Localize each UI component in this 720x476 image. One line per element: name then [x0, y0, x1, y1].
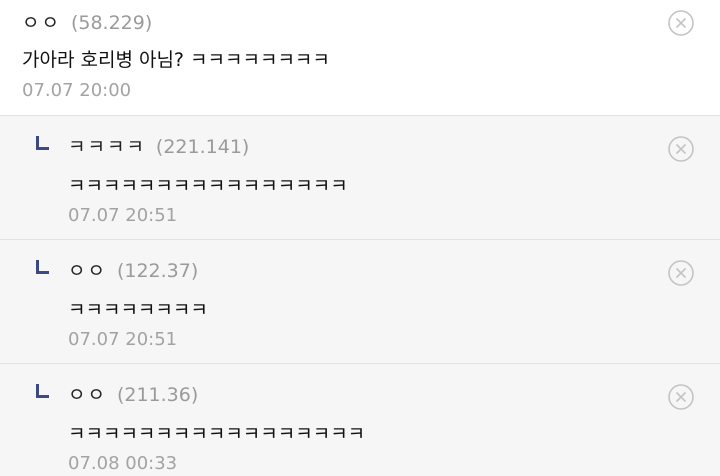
delete-comment-button[interactable] [668, 260, 694, 286]
comment-ip: (122.37) [116, 260, 199, 282]
comment-text: ㅋㅋㅋㅋㅋㅋㅋㅋ [68, 299, 208, 321]
reply-comment: ㅇㅇ (211.36) ㅋㅋㅋㅋㅋㅋㅋㅋㅋㅋㅋㅋㅋㅋㅋㅋㅋ 07.08 00:3… [0, 363, 720, 476]
comment-text: ㅋㅋㅋㅋㅋㅋㅋㅋㅋㅋㅋㅋㅋㅋㅋㅋㅋ [68, 423, 366, 445]
comment-date: 07.08 00:33 [68, 453, 178, 474]
delete-comment-button[interactable] [668, 136, 694, 162]
reply-comment: ㅋㅋㅋㅋ (221.141) ㅋㅋㅋㅋㅋㅋㅋㅋㅋㅋㅋㅋㅋㅋㅋㅋ 07.07 20… [0, 115, 720, 239]
comment-date: 07.07 20:51 [68, 329, 178, 350]
comment-thread: ㅇㅇ (58.229) 가아라 호리병 아님? ㅋㅋㅋㅋㅋㅋㅋㅋ 07.07 2… [0, 0, 720, 476]
comment-ip: (221.141) [155, 136, 250, 158]
comment-ip: (211.36) [116, 384, 199, 406]
delete-comment-button[interactable] [668, 384, 694, 410]
close-circle-icon [668, 10, 694, 36]
comment-date: 07.07 20:00 [22, 80, 132, 101]
comment-header: ㅇㅇ (211.36) [68, 380, 198, 407]
comment: ㅇㅇ (58.229) 가아라 호리병 아님? ㅋㅋㅋㅋㅋㅋㅋㅋ 07.07 2… [0, 0, 720, 115]
reply-arrow-icon [36, 384, 49, 398]
comment-text: ㅋㅋㅋㅋㅋㅋㅋㅋㅋㅋㅋㅋㅋㅋㅋㅋ [68, 175, 348, 197]
comment-header: ㅋㅋㅋㅋ (221.141) [68, 132, 249, 159]
close-circle-icon [668, 260, 694, 286]
reply-comment: ㅇㅇ (122.37) ㅋㅋㅋㅋㅋㅋㅋㅋ 07.07 20:51 [0, 239, 720, 363]
comment-date: 07.07 20:51 [68, 205, 178, 226]
close-circle-icon [668, 384, 694, 410]
comment-header: ㅇㅇ (122.37) [68, 256, 198, 283]
reply-arrow-icon [36, 136, 49, 150]
comment-author[interactable]: ㅋㅋㅋㅋ [68, 132, 146, 159]
comment-header: ㅇㅇ (58.229) [22, 8, 152, 35]
comment-author[interactable]: ㅇㅇ [68, 380, 107, 407]
comment-text: 가아라 호리병 아님? ㅋㅋㅋㅋㅋㅋㅋㅋ [22, 49, 330, 71]
close-circle-icon [668, 136, 694, 162]
comment-author[interactable]: ㅇㅇ [22, 8, 61, 35]
comment-author[interactable]: ㅇㅇ [68, 256, 107, 283]
delete-comment-button[interactable] [668, 10, 694, 36]
comment-ip: (58.229) [70, 12, 153, 34]
reply-arrow-icon [36, 260, 49, 274]
